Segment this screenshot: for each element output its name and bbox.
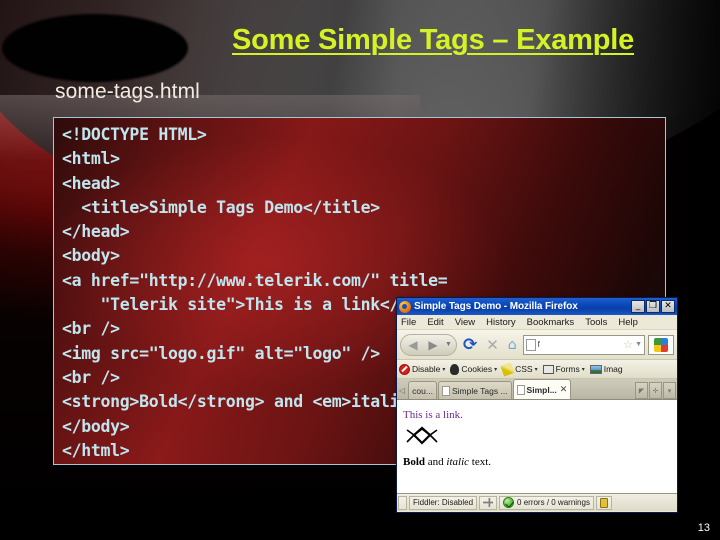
chevron-down-icon: ▾: [534, 366, 538, 373]
menu-item-edit[interactable]: Edit: [427, 317, 443, 328]
page-icon: [525, 338, 536, 351]
chevron-down-icon: ▾: [442, 366, 446, 373]
page-icon: [441, 385, 450, 396]
page-content: This is a link. Bold and italic text.: [397, 400, 677, 494]
menu-item-bookmarks[interactable]: Bookmarks: [527, 317, 575, 328]
minimize-button[interactable]: _: [631, 300, 645, 313]
content-middle-text: and: [425, 456, 447, 468]
menu-item-help[interactable]: Help: [618, 317, 638, 328]
chevron-down-icon[interactable]: ▼: [635, 341, 642, 348]
file-name-label: some-tags.html: [55, 80, 200, 103]
status-errors[interactable]: 0 errors / 0 warnings: [499, 495, 594, 510]
content-bold-text: Bold: [403, 456, 426, 468]
tab-list-icon[interactable]: ◤: [635, 382, 648, 399]
firefox-icon: [399, 300, 411, 313]
status-grip: [398, 495, 407, 510]
status-lock[interactable]: [595, 495, 612, 510]
google-search-icon: [654, 337, 668, 352]
forms-icon: [542, 364, 554, 374]
nav-arrows-group: ◀ ▶ ▼: [400, 333, 457, 356]
tab-cou[interactable]: cou...: [408, 381, 437, 399]
devtool-cookies[interactable]: Cookies ▾: [450, 363, 498, 375]
window-titlebar: Simple Tags Demo - Mozilla Firefox _ ❐ ✕: [397, 298, 677, 315]
status-errors-label: 0 errors / 0 warnings: [517, 498, 590, 507]
cookie-icon: [450, 363, 460, 375]
status-fiddler[interactable]: Fiddler: Disabled: [409, 495, 478, 510]
plugin-icon: [483, 498, 494, 507]
devtool-forms-label: Forms: [555, 364, 580, 374]
content-tail-text: text.: [469, 456, 492, 468]
url-text[interactable]: f: [538, 340, 622, 349]
firefox-window[interactable]: Simple Tags Demo - Mozilla Firefox _ ❐ ✕…: [396, 297, 678, 513]
menu-bar: File Edit View History Bookmarks Tools H…: [397, 315, 677, 330]
content-link[interactable]: This is a link.: [403, 409, 463, 421]
devtool-css-label: CSS: [515, 364, 533, 374]
menu-item-tools[interactable]: Tools: [585, 317, 607, 328]
lock-icon: [599, 497, 608, 508]
star-icon[interactable]: ☆: [623, 338, 633, 351]
tab-right-controls: ◤ ✛ ▾: [635, 382, 676, 399]
images-icon: [589, 364, 602, 374]
menu-item-history[interactable]: History: [486, 317, 516, 328]
slide: Some Simple Tags – Example some-tags.htm…: [0, 0, 720, 540]
forward-arrow-icon[interactable]: ▶: [423, 336, 443, 354]
close-icon[interactable]: ✕: [560, 385, 568, 395]
devtool-css[interactable]: CSS ▾: [500, 361, 538, 377]
chevron-down-icon[interactable]: ▼: [443, 341, 454, 348]
content-bold-italic-line: Bold and italic text.: [403, 456, 671, 468]
background-black-ellipse: [2, 14, 188, 82]
menu-item-view[interactable]: View: [455, 317, 475, 328]
devtool-forms[interactable]: Forms ▾: [542, 364, 585, 374]
devtool-images[interactable]: Imag: [589, 364, 623, 374]
devtool-images-label: Imag: [603, 364, 623, 374]
status-plugin[interactable]: [479, 495, 498, 510]
disable-icon: [399, 363, 410, 375]
devtool-disable-label: Disable: [412, 364, 441, 374]
tab-simple-active[interactable]: Simpl... ✕: [512, 379, 572, 399]
page-icon: [516, 384, 525, 395]
menu-item-file[interactable]: File: [401, 317, 416, 328]
tab-label: Simple Tags ...: [451, 385, 508, 396]
tab-simple-tags[interactable]: Simple Tags ...: [437, 381, 512, 399]
tab-label: Simpl...: [526, 384, 557, 395]
web-developer-toolbar: Disable ▾ Cookies ▾ CSS ▾ Forms ▾ Imag: [397, 360, 677, 379]
devtool-cookies-label: Cookies: [461, 364, 493, 374]
devtool-disable[interactable]: Disable ▾: [399, 363, 446, 375]
content-italic-text: italic: [446, 456, 470, 468]
window-title: Simple Tags Demo - Mozilla Firefox: [414, 301, 578, 312]
window-controls: _ ❐ ✕: [631, 300, 675, 313]
chevron-down-icon: ▾: [581, 366, 585, 373]
stop-icon[interactable]: ✕: [483, 336, 502, 354]
broken-image-icon: [405, 426, 439, 452]
tab-menu-icon[interactable]: ▾: [663, 382, 676, 399]
status-fiddler-label: Fiddler: Disabled: [413, 498, 474, 507]
maximize-button[interactable]: ❐: [646, 300, 660, 313]
close-button[interactable]: ✕: [661, 300, 675, 313]
css-icon: [500, 361, 515, 377]
page-number: 13: [697, 522, 710, 534]
chevron-down-icon: ▾: [494, 366, 498, 373]
reload-icon[interactable]: ⟳: [460, 335, 480, 355]
home-icon[interactable]: ⌂: [505, 337, 520, 353]
new-tab-icon[interactable]: ✛: [649, 382, 662, 399]
scroll-left-icon[interactable]: ◁: [398, 386, 407, 399]
page-title: Some Simple Tags – Example: [232, 24, 635, 56]
tab-label: cou...: [412, 385, 433, 396]
tab-bar: ◁ cou... Simple Tags ... Simpl... ✕ ◤ ✛ …: [397, 379, 677, 400]
navigation-toolbar: ◀ ▶ ▼ ⟳ ✕ ⌂ f ☆ ▼: [397, 330, 677, 360]
back-arrow-icon[interactable]: ◀: [403, 336, 423, 354]
ok-circle-icon: [503, 497, 515, 508]
address-bar[interactable]: f ☆ ▼: [522, 334, 645, 355]
status-bar: Fiddler: Disabled 0 errors / 0 warnings: [397, 494, 677, 511]
search-box[interactable]: [648, 334, 674, 355]
